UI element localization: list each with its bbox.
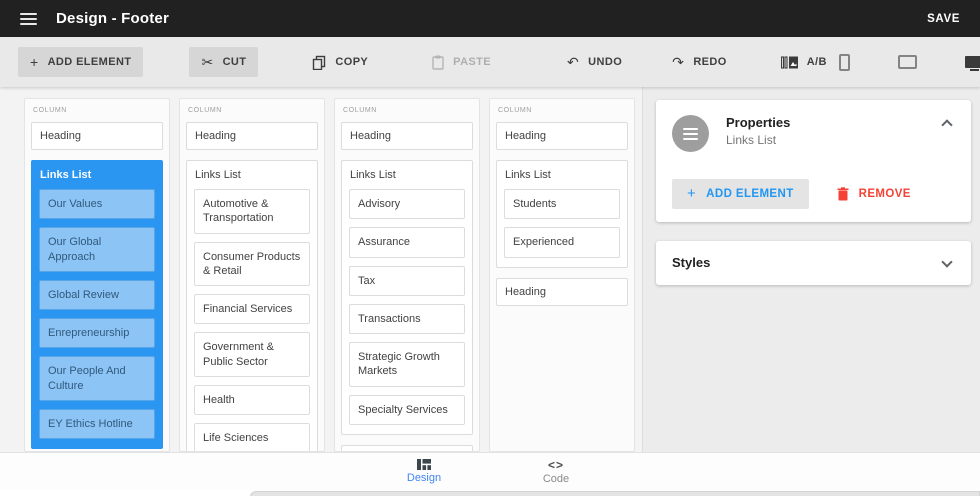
code-icon: <> <box>548 459 564 471</box>
panel-add-element-button[interactable]: + ADD ELEMENT <box>672 179 809 209</box>
plus-icon: + <box>687 188 696 200</box>
link-item[interactable]: Consumer Products & Retail <box>194 242 310 287</box>
collapse-chevron-up-icon[interactable] <box>941 119 952 130</box>
link-item[interactable]: Our People And Culture <box>39 356 155 401</box>
design-grid-icon <box>417 459 431 470</box>
ab-test-button[interactable]: A/B <box>769 48 839 77</box>
tab-code[interactable]: <> Code <box>526 459 586 485</box>
tablet-preview-button[interactable] <box>898 55 917 69</box>
heading-element[interactable]: Heading <box>496 122 628 150</box>
panel-add-element-label: ADD ELEMENT <box>706 188 793 200</box>
heading-element[interactable]: Heading <box>186 122 318 150</box>
undo-icon: ↶ <box>567 55 579 69</box>
links-list-element[interactable]: Links List Advisory Assurance Tax Transactio… <box>341 160 473 435</box>
menu-icon[interactable] <box>20 13 37 25</box>
links-list-label: Links List <box>505 169 620 181</box>
appbar: Design - Footer SAVE <box>0 0 980 37</box>
tab-design[interactable]: Design <box>394 459 454 484</box>
properties-title: Properties <box>726 115 790 130</box>
link-item[interactable]: EY Ethics Hotline <box>39 409 155 439</box>
links-list-label: Links List <box>195 169 310 181</box>
remove-label: REMOVE <box>859 188 911 200</box>
add-element-button[interactable]: + ADD ELEMENT <box>18 47 143 77</box>
links-list-element[interactable]: Links List Automotive & Transportation Con… <box>186 160 318 452</box>
page-title: Design - Footer <box>56 10 169 27</box>
link-item[interactable]: Tax <box>349 266 465 296</box>
links-list-avatar-icon <box>672 115 709 152</box>
design-tab-label: Design <box>407 472 441 484</box>
links-list-element-selected[interactable]: Links List Our Values Our Global Approach G… <box>31 160 163 449</box>
scissors-icon: ✂ <box>201 55 213 69</box>
code-tab-label: Code <box>543 473 569 485</box>
add-element-label: ADD ELEMENT <box>48 56 132 68</box>
properties-panel: Properties Links List + ADD ELEMENT <box>642 87 980 452</box>
link-item[interactable]: Our Global Approach <box>39 227 155 272</box>
columns: COLUMN Heading Links List Our Values Our Glo… <box>24 98 642 452</box>
desktop-preview-button[interactable] <box>965 56 980 68</box>
copy-label: COPY <box>335 56 368 68</box>
cut-label: CUT <box>223 56 247 68</box>
bottom-strip <box>0 490 980 496</box>
link-item[interactable]: Assurance <box>349 227 465 257</box>
column-label: COLUMN <box>343 107 473 114</box>
paste-icon <box>432 55 444 70</box>
link-item[interactable]: Automotive & Transportation <box>194 189 310 234</box>
links-list-element[interactable]: Links List Students Experienced <box>496 160 628 268</box>
toolbar: + ADD ELEMENT ✂ CUT COPY PASTE ↶ UNDO ↷ … <box>0 37 980 87</box>
link-item[interactable]: Life Sciences <box>194 423 310 452</box>
ab-label: A/B <box>807 56 827 68</box>
mobile-preview-button[interactable] <box>839 54 850 71</box>
copy-icon <box>312 55 326 70</box>
column-label: COLUMN <box>188 107 318 114</box>
link-item[interactable]: Specialty Services <box>349 395 465 425</box>
styles-title: Styles <box>672 255 710 270</box>
ab-compare-icon <box>781 56 798 69</box>
properties-card: Properties Links List + ADD ELEMENT <box>656 100 971 222</box>
styles-card[interactable]: Styles <box>656 241 971 285</box>
link-item[interactable]: Enrepreneurship <box>39 318 155 348</box>
device-preview-group <box>839 54 980 71</box>
redo-button[interactable]: ↷ REDO <box>660 47 739 77</box>
column[interactable]: COLUMN Heading Links List Students Experienc… <box>489 98 635 452</box>
main-area: COLUMN Heading Links List Our Values Our Glo… <box>0 87 980 452</box>
redo-icon: ↷ <box>672 55 684 69</box>
view-tabbar: Design <> Code <box>0 452 980 490</box>
links-list-label: Links List <box>40 169 155 181</box>
link-item[interactable]: Experienced <box>504 227 620 257</box>
undo-button[interactable]: ↶ UNDO <box>555 47 634 77</box>
link-item[interactable]: Financial Services <box>194 294 310 324</box>
undo-label: UNDO <box>588 56 622 68</box>
paste-label: PASTE <box>453 56 491 68</box>
redo-label: REDO <box>693 56 726 68</box>
copy-button[interactable]: COPY <box>300 47 380 78</box>
links-list-label: Links List <box>350 169 465 181</box>
column-label: COLUMN <box>33 107 163 114</box>
cut-button[interactable]: ✂ CUT <box>189 47 258 77</box>
link-item[interactable]: Transactions <box>349 304 465 334</box>
properties-subtitle: Links List <box>726 133 790 147</box>
link-item[interactable]: Students <box>504 189 620 219</box>
link-item[interactable]: Health <box>194 385 310 415</box>
column[interactable]: COLUMN Heading Links List Automotive & Tran… <box>179 98 325 452</box>
paste-button[interactable]: PASTE <box>420 47 503 78</box>
heading-element[interactable]: Heading <box>31 122 163 150</box>
heading-element[interactable]: Heading <box>341 122 473 150</box>
column-label: COLUMN <box>498 107 628 114</box>
column[interactable]: COLUMN Heading Links List Advisory Assurance… <box>334 98 480 452</box>
design-canvas: COLUMN Heading Links List Our Values Our Glo… <box>0 87 642 452</box>
heading-element[interactable]: Heading <box>341 445 473 452</box>
column[interactable]: COLUMN Heading Links List Our Values Our Glo… <box>24 98 170 452</box>
save-button[interactable]: SAVE <box>927 13 960 25</box>
link-item[interactable]: Government & Public Sector <box>194 332 310 377</box>
background-window-edge <box>250 491 980 496</box>
trash-icon <box>837 187 849 201</box>
plus-icon: + <box>30 55 39 69</box>
heading-element[interactable]: Heading <box>496 278 628 306</box>
link-item[interactable]: Our Values <box>39 189 155 219</box>
link-item[interactable]: Global Review <box>39 280 155 310</box>
expand-chevron-down-icon[interactable] <box>941 256 952 267</box>
remove-button[interactable]: REMOVE <box>837 187 911 201</box>
link-item[interactable]: Advisory <box>349 189 465 219</box>
link-item[interactable]: Strategic Growth Markets <box>349 342 465 387</box>
